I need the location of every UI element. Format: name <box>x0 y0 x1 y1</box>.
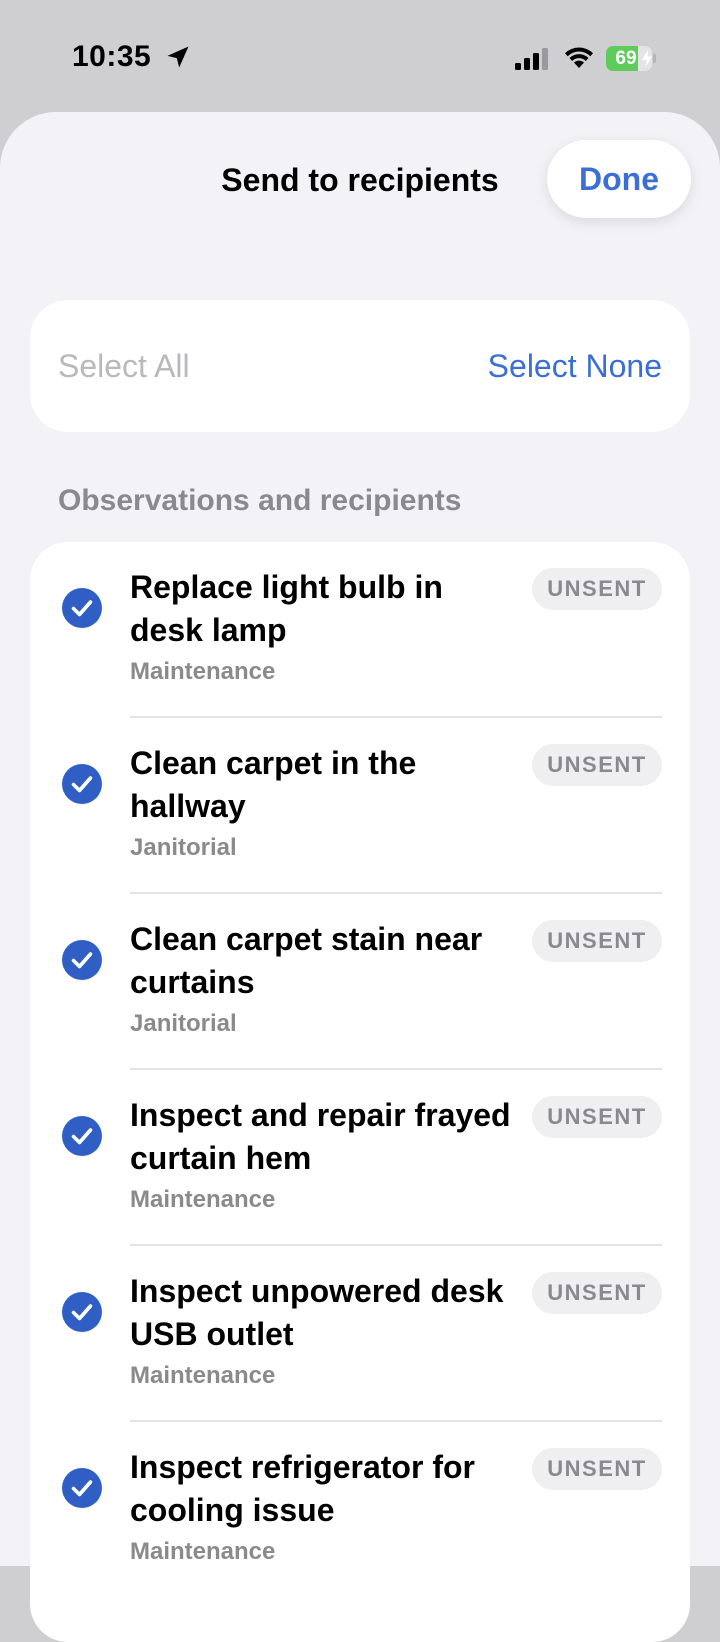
checkmark-circle-icon[interactable] <box>62 1468 102 1508</box>
observation-title: Inspect and repair frayed curtain hem <box>130 1097 511 1176</box>
status-time: 10:35 <box>72 40 152 73</box>
observation-category: Maintenance <box>130 1362 276 1389</box>
observation-category: Maintenance <box>130 1186 276 1213</box>
observation-title: Inspect refrigerator for cooling issue <box>130 1449 475 1528</box>
observation-row[interactable]: Inspect unpowered desk USB outlet Mainte… <box>30 1246 690 1422</box>
battery-level: 69 <box>615 48 637 69</box>
checkmark-circle-icon[interactable] <box>62 588 102 628</box>
observation-category: Janitorial <box>130 1010 237 1037</box>
select-all-button[interactable]: Select All <box>58 348 190 385</box>
status-badge: UNSENT <box>532 568 662 610</box>
observations-list: Replace light bulb in desk lamp Maintena… <box>30 542 690 1642</box>
status-badge: UNSENT <box>532 1272 662 1314</box>
battery-cap <box>653 54 656 63</box>
checkmark-circle-icon[interactable] <box>62 1116 102 1156</box>
select-none-button[interactable]: Select None <box>488 348 662 385</box>
status-badge: UNSENT <box>532 1096 662 1138</box>
observation-category: Maintenance <box>130 1538 276 1565</box>
observation-title: Replace light bulb in desk lamp <box>130 569 443 648</box>
observation-row[interactable]: Inspect refrigerator for cooling issue M… <box>30 1422 690 1598</box>
cellular-signal-icon <box>515 48 548 70</box>
status-bar: 10:35 69 <box>0 0 720 110</box>
status-badge: UNSENT <box>532 1448 662 1490</box>
status-badge: UNSENT <box>532 744 662 786</box>
observation-category: Maintenance <box>130 658 276 685</box>
location-arrow-icon <box>167 46 189 68</box>
observation-row[interactable]: Clean carpet in the hallway Janitorial U… <box>30 718 690 894</box>
observation-row[interactable]: Inspect and repair frayed curtain hem Ma… <box>30 1070 690 1246</box>
observation-row[interactable]: Clean carpet stain near curtains Janitor… <box>30 894 690 1070</box>
done-button[interactable]: Done <box>547 140 691 218</box>
selection-card: Select All Select None <box>30 300 690 432</box>
checkmark-circle-icon[interactable] <box>62 940 102 980</box>
checkmark-circle-icon[interactable] <box>62 1292 102 1332</box>
observation-title: Inspect unpowered desk USB outlet <box>130 1273 504 1352</box>
sheet-title: Send to recipients <box>221 162 499 198</box>
recipients-sheet: Send to recipients Done Select All Selec… <box>0 112 720 1642</box>
observation-title: Clean carpet stain near curtains <box>130 921 483 1000</box>
wifi-icon <box>565 47 593 68</box>
observation-row[interactable]: Replace light bulb in desk lamp Maintena… <box>30 542 690 718</box>
observation-title: Clean carpet in the hallway <box>130 745 417 824</box>
checkmark-circle-icon[interactable] <box>62 764 102 804</box>
section-header: Observations and recipients <box>58 484 462 517</box>
status-badge: UNSENT <box>532 920 662 962</box>
observation-category: Janitorial <box>130 834 237 861</box>
charging-bolt-icon <box>642 50 652 67</box>
battery-icon: 69 <box>606 46 656 71</box>
